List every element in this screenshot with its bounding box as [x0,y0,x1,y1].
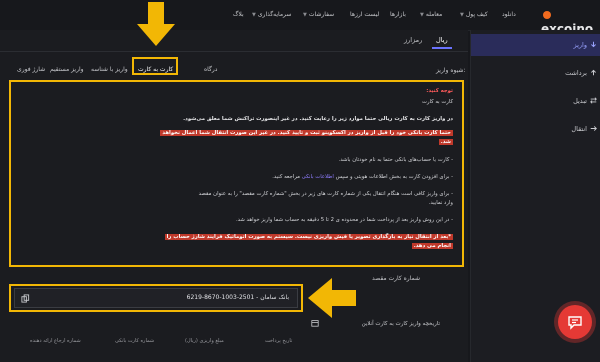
method-direct-deposit[interactable]: واریز مستقیم [50,66,84,73]
calendar-icon [311,320,319,327]
bank-info-link[interactable]: اطلاعات بانکی [302,174,334,180]
arrow-down-icon [591,41,596,48]
tab-rial[interactable]: ریال [436,36,448,44]
logo-dot-icon [543,11,551,19]
deposit-method-label: شیوه واریز: [436,67,466,74]
notice-warning-line-end: شد. [438,139,453,145]
notice-auto-line: *بعد از انتقال نیاز به بارگذاری تصویر یا… [164,234,453,240]
notice-line-6: - در این روش واریز بعد از پرداخت شما در … [235,217,453,223]
history-title: تاریخچه واریز کارت به کارت آنلاین [361,321,440,327]
nav-blog[interactable]: بلاگ [233,0,244,30]
notice-subtitle: کارت به کارت [421,99,453,105]
chat-icon [568,316,582,330]
col-card-number: شماره کارت بانکی [115,338,155,344]
method-instant-charge[interactable]: شارژ فوری [17,66,45,73]
notice-line-4: - برای افزودن کارت به بخش اطلاعات هویتی … [272,174,453,180]
destination-card-number: بانک سامان - 2501-1003-8670-6219 [186,294,289,301]
pointer-arrow-down-icon [137,2,175,46]
sidebar-item-deposit[interactable]: واریز [471,34,600,56]
notice-warning-line: حتما کارت بانکی خود را قبل از واریز در ا… [160,130,453,136]
chevron-down-icon: ▼ [252,12,256,18]
transfer-icon [590,126,597,131]
notice-line-3: - کارت یا حساب‌های بانکی حتما به نام خود… [338,157,453,163]
nav-trade[interactable]: ▼ معامله [420,0,442,30]
tab-crypto[interactable]: رمزارز [404,36,422,44]
destination-card-field: بانک سامان - 2501-1003-8670-6219 [14,288,298,308]
method-gateway[interactable]: درگاه [204,66,217,73]
support-chat-button[interactable] [558,305,592,339]
nav-download[interactable]: دانلود [502,0,516,30]
notice-box: توجه کنید: کارت به کارت در واریز کارت به… [11,82,461,265]
col-amount: مبلغ واریزی (ریال) [185,338,224,344]
chevron-down-icon: ▼ [303,12,307,18]
destination-card-label: شماره کارت مقصد [371,275,420,282]
swap-icon [590,97,597,104]
nav-coin-list[interactable]: لیست ارزها [350,0,379,30]
chevron-down-icon: ▼ [420,12,424,18]
notice-line-5: - برای واریز کافی است هنگام انتقال یکی ا… [198,191,453,197]
sidebar-item-transfer[interactable]: انتقال [471,118,600,140]
notice-line-5b: وارد نمایید. [428,200,453,206]
notice-auto-line-end: انجام می دهد. [411,243,453,249]
card-to-card-highlight [132,57,178,75]
notice-title: توجه کنید: [426,88,453,94]
active-tab-indicator [432,47,452,49]
nav-orders[interactable]: ▼ سفارشات [303,0,334,30]
tab-divider [0,51,468,52]
copy-icon[interactable] [21,294,30,303]
sidebar-item-convert[interactable]: تبدیل [471,90,600,112]
notice-line-1: در واریز کارت به کارت ریالی حتما موارد ز… [183,116,453,122]
chevron-down-icon: ▼ [460,12,464,18]
method-deposit-by-id[interactable]: واریز با شناسه [91,66,128,73]
nav-investment[interactable]: ▼ سرمایه‌گذاری [252,0,291,30]
pointer-arrow-left-icon [308,278,356,318]
top-navbar: excoino دانلود ▼ کیف پول ▼ معامله بازارها … [0,0,600,36]
col-provider-reference: شماره ارجاع ارائه دهنده [30,338,81,344]
col-payment-date: تاریخ پرداخت [265,338,293,344]
nav-markets[interactable]: بازارها [390,0,406,30]
sidebar-item-withdraw[interactable]: برداشت [471,62,600,84]
arrow-up-icon [591,69,596,76]
nav-wallet[interactable]: ▼ کیف پول [460,0,488,30]
